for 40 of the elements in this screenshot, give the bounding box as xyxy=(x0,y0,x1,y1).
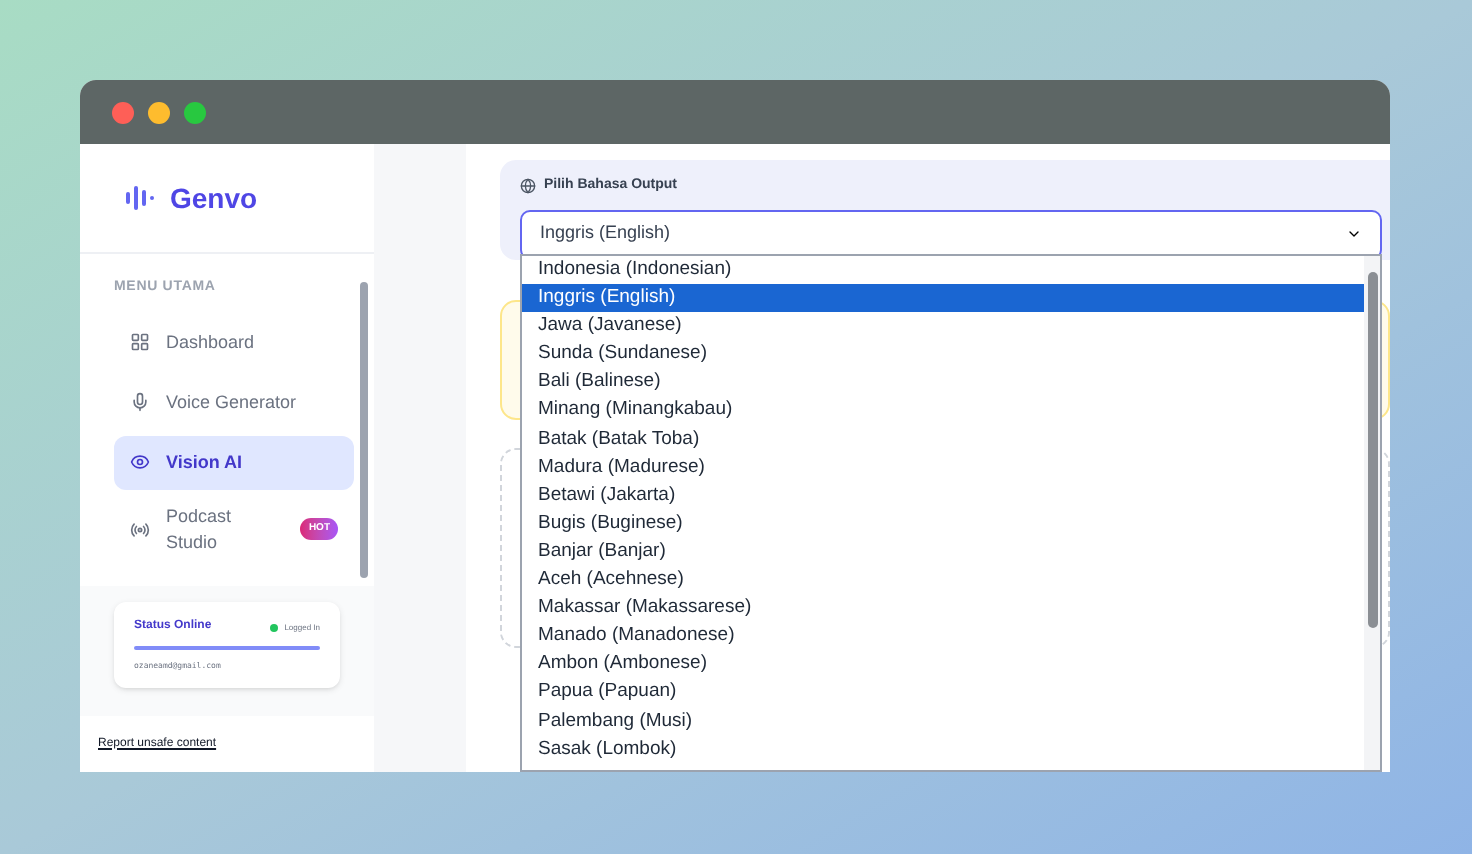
nav-icon xyxy=(130,519,150,539)
language-option[interactable]: Indonesia (Indonesian) xyxy=(522,256,1364,285)
scrollbar[interactable] xyxy=(360,282,368,578)
language-option[interactable]: Makassar (Makassarese) xyxy=(522,594,1364,623)
language-option[interactable]: Batak (Batak Toba) xyxy=(522,425,1364,454)
globe-icon xyxy=(520,178,536,195)
minimize-icon[interactable] xyxy=(148,101,170,123)
language-option[interactable]: Bali (Balinese) xyxy=(522,368,1364,397)
brand-name: Genvo xyxy=(170,179,258,217)
select-value: Inggris (English) xyxy=(540,220,671,247)
nav-label: Voice Generator xyxy=(166,389,299,415)
nav-icon xyxy=(130,452,150,472)
language-option[interactable]: Madura (Madurese) xyxy=(522,453,1364,482)
close-icon[interactable] xyxy=(112,101,134,123)
language-option[interactable]: Aceh (Acehnese) xyxy=(522,566,1364,595)
maximize-icon[interactable] xyxy=(184,101,206,123)
nav-icon xyxy=(130,392,150,412)
language-option[interactable]: Minang (Minangkabau) xyxy=(522,396,1364,426)
language-option[interactable]: Banjar (Banjar) xyxy=(522,537,1364,567)
language-option[interactable]: Sunda (Sundanese) xyxy=(522,340,1364,369)
list-scrollbar[interactable] xyxy=(1367,272,1377,628)
nav-item[interactable]: Dashboard xyxy=(114,315,354,369)
nav-item[interactable]: Voice Generator xyxy=(114,375,354,429)
language-option[interactable]: Bugis (Buginese) xyxy=(522,509,1364,538)
language-option[interactable]: Jawa (Javanese) xyxy=(522,312,1364,341)
language-option[interactable]: Inggris (English) xyxy=(522,284,1364,313)
language-option[interactable]: Betawi (Jakarta) xyxy=(522,481,1364,510)
language-select[interactable]: Inggris (English) xyxy=(520,209,1382,259)
language-option[interactable]: Papua (Papuan) xyxy=(522,678,1364,707)
nav-item[interactable]: Vision AI xyxy=(114,435,354,489)
nav-label: Dashboard xyxy=(166,329,257,355)
nav-label: Podcast Studio xyxy=(166,503,234,555)
sound-wave-logo-icon xyxy=(126,184,158,212)
language-option[interactable]: Palembang (Musi) xyxy=(522,707,1364,736)
nav-label: Vision AI xyxy=(166,449,245,475)
language-option[interactable]: Manado (Manadonese) xyxy=(522,622,1364,651)
chevron-down-icon xyxy=(1346,226,1362,242)
nav-icon xyxy=(130,332,150,352)
language-option[interactable]: Ambon (Ambonese) xyxy=(522,650,1364,679)
language-option[interactable]: Sasak (Lombok) xyxy=(522,735,1364,764)
